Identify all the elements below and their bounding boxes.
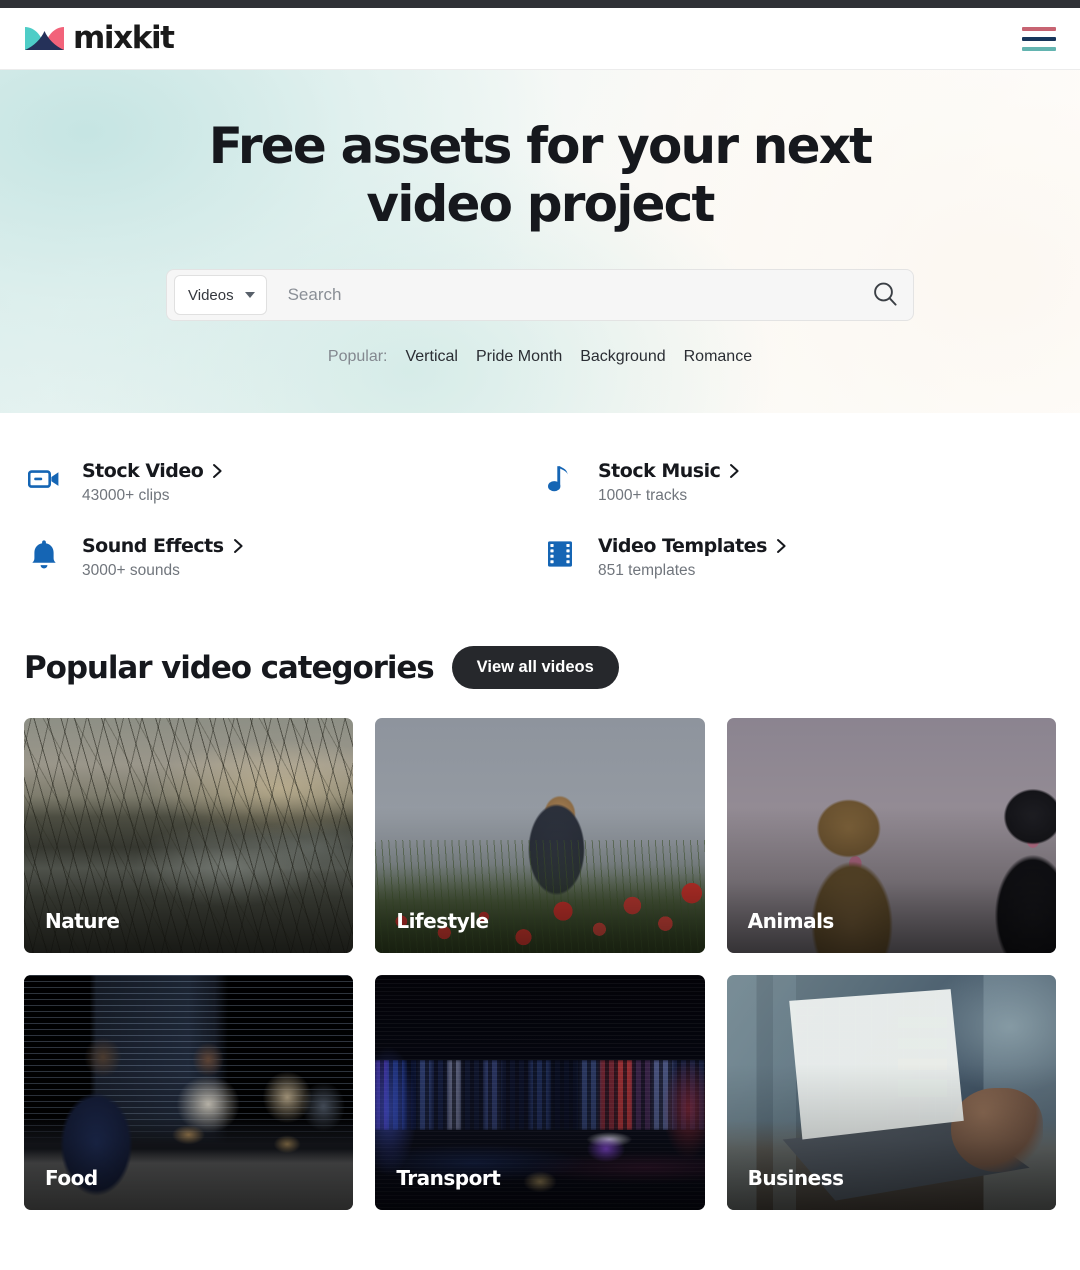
- bell-icon: [24, 532, 64, 576]
- category-label-lifestyle: Lifestyle: [396, 909, 489, 933]
- top-accent-bar: [0, 0, 1080, 8]
- music-note-icon: [540, 457, 580, 501]
- category-label-business: Business: [747, 1166, 844, 1190]
- popular-tag-pride-month[interactable]: Pride Month: [476, 348, 562, 366]
- asset-title-video-templates: Video Templates: [598, 535, 767, 557]
- menu-line-middle: [1022, 36, 1056, 41]
- popular-tags-row: Popular: Vertical Pride Month Background…: [328, 348, 752, 366]
- category-card-food[interactable]: Food: [24, 975, 354, 1210]
- asset-link-stock-music[interactable]: Stock Music 1000+ tracks: [540, 457, 1056, 505]
- hamburger-menu-icon[interactable]: [1022, 26, 1056, 51]
- film-strip-icon: [540, 532, 580, 576]
- asset-count-sound-effects: 3000+ sounds: [82, 562, 180, 579]
- asset-link-stock-video[interactable]: Stock Video 43000+ clips: [24, 457, 540, 505]
- category-card-lifestyle[interactable]: Lifestyle: [375, 718, 705, 953]
- search-icon: [870, 279, 900, 312]
- category-card-grid: Nature Lifestyle Animals Food Transport: [0, 718, 1080, 1210]
- mixkit-logo-icon: [24, 25, 66, 52]
- category-label-nature: Nature: [45, 909, 120, 933]
- hero-section: Free assets for your next video project …: [0, 70, 1080, 413]
- asset-link-sound-effects[interactable]: Sound Effects 3000+ sounds: [24, 532, 540, 580]
- menu-line-bottom: [1022, 46, 1056, 51]
- site-header: mixkit: [0, 8, 1080, 70]
- asset-title-stock-music: Stock Music: [598, 460, 721, 482]
- asset-title-sound-effects: Sound Effects: [82, 535, 224, 557]
- search-type-select[interactable]: Videos: [174, 275, 267, 315]
- popular-label: Popular:: [327, 348, 388, 365]
- popular-categories-section: Popular video categories View all videos…: [0, 646, 1080, 1210]
- chevron-right-icon: [233, 538, 244, 554]
- search-submit-button[interactable]: [863, 273, 907, 317]
- search-type-label: Videos: [188, 286, 234, 304]
- categories-title: Popular video categories: [24, 649, 435, 686]
- category-label-animals: Animals: [747, 909, 835, 933]
- search-bar: Videos: [166, 269, 914, 321]
- popular-tag-vertical[interactable]: Vertical: [405, 348, 457, 366]
- menu-line-top: [1022, 26, 1056, 31]
- asset-count-stock-video: 43000+ clips: [82, 487, 170, 504]
- chevron-right-icon: [212, 463, 223, 479]
- asset-title-stock-video: Stock Video: [82, 460, 204, 482]
- category-label-transport: Transport: [396, 1166, 501, 1190]
- asset-count-stock-music: 1000+ tracks: [598, 487, 688, 504]
- popular-tag-background[interactable]: Background: [580, 348, 665, 366]
- chevron-right-icon: [776, 538, 787, 554]
- category-card-nature[interactable]: Nature: [24, 718, 354, 953]
- asset-link-video-templates[interactable]: Video Templates 851 templates: [540, 532, 1056, 580]
- category-label-food: Food: [45, 1166, 98, 1190]
- page-title: Free assets for your next video project: [208, 117, 873, 233]
- site-logo[interactable]: mixkit: [24, 20, 175, 56]
- category-card-transport[interactable]: Transport: [375, 975, 705, 1210]
- categories-header: Popular video categories View all videos: [0, 646, 1080, 689]
- logo-wordmark: mixkit: [73, 20, 175, 56]
- asset-count-video-templates: 851 templates: [598, 562, 696, 579]
- view-all-videos-button[interactable]: View all videos: [451, 646, 619, 689]
- video-camera-icon: [24, 457, 64, 501]
- popular-tag-romance[interactable]: Romance: [684, 348, 752, 366]
- chevron-down-icon: [244, 292, 255, 298]
- chevron-right-icon: [729, 463, 740, 479]
- category-card-business[interactable]: Business: [726, 975, 1056, 1210]
- search-input[interactable]: [266, 285, 863, 305]
- asset-categories-section: Stock Video 43000+ clips Stock Music 100…: [0, 413, 1080, 580]
- category-card-animals[interactable]: Animals: [726, 718, 1056, 953]
